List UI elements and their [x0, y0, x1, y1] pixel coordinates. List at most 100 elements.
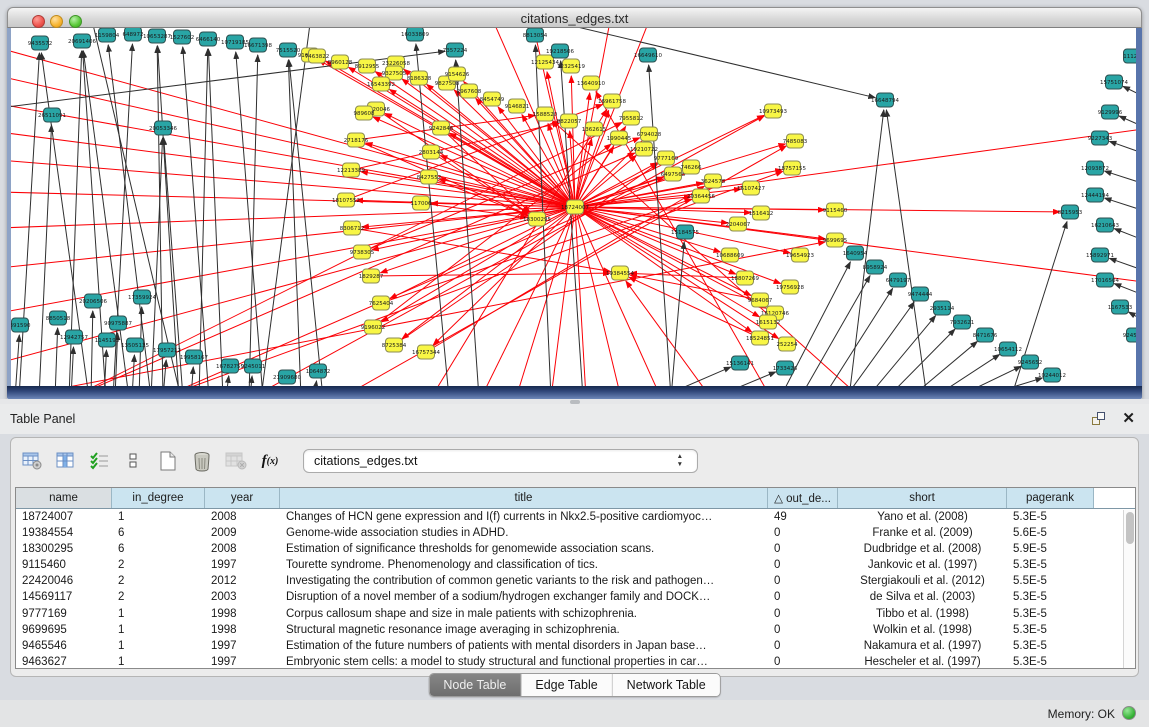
network-node[interactable]: 18757155	[778, 161, 806, 175]
table-row[interactable]: 911546021997Tourette syndrome. Phenomeno…	[16, 557, 1135, 573]
column-header-name[interactable]: name	[16, 488, 112, 508]
column-header-outde[interactable]: △ out_de...	[768, 488, 838, 508]
table-row[interactable]: 2242004622012Investigating the contribut…	[16, 573, 1135, 589]
network-node[interactable]: 17016504	[1091, 273, 1119, 287]
network-node[interactable]: 16033809	[401, 28, 429, 41]
network-node[interactable]: 15892971	[1086, 248, 1114, 262]
new-table-icon[interactable]	[155, 449, 181, 473]
cell[interactable]: 9115460	[16, 557, 112, 573]
network-node[interactable]: 8958924	[863, 260, 888, 274]
cell[interactable]: 18724007	[16, 509, 112, 525]
network-node[interactable]: 8813054	[523, 28, 548, 42]
cell[interactable]: 2012	[205, 573, 280, 589]
network-node[interactable]: 8215953	[1058, 205, 1083, 219]
network-node[interactable]: 9245123	[1123, 328, 1138, 342]
network-canvas[interactable]: 1872400791638228960128891295523226058932…	[7, 28, 1142, 386]
cell[interactable]: 5.6E-5	[1007, 525, 1094, 541]
table-row[interactable]: 1830029562008Estimation of significance …	[16, 541, 1135, 557]
network-node[interactable]: 18807269	[731, 271, 759, 285]
table-select-dropdown[interactable]: citations_edges.txt ▲▼	[303, 449, 698, 473]
cell[interactable]: Genome-wide association studies in ADHD.	[280, 525, 768, 541]
cell[interactable]: Estimation of the future numbers of pati…	[280, 638, 768, 654]
table-row[interactable]: 1872400712008Changes of HCN gene express…	[16, 509, 1135, 525]
network-node[interactable]: 15136141	[726, 356, 754, 370]
network-node[interactable]: 2935114	[930, 301, 955, 315]
cell[interactable]: 5.9E-5	[1007, 541, 1094, 557]
cell[interactable]: 0	[768, 638, 838, 654]
cell[interactable]: Tibbo et al. (1998)	[838, 606, 1007, 622]
column-header-year[interactable]: year	[205, 488, 280, 508]
network-node[interactable]: 1640954	[843, 246, 868, 260]
cell[interactable]: Wolkin et al. (1998)	[838, 622, 1007, 638]
network-node[interactable]: 20206506	[79, 294, 107, 308]
network-node[interactable]: 7485083	[783, 134, 808, 148]
cell[interactable]: 0	[768, 654, 838, 669]
cell[interactable]: 6	[112, 525, 205, 541]
network-node[interactable]: 9115460	[823, 203, 848, 217]
network-node[interactable]: 7932621	[950, 315, 975, 329]
cell[interactable]: 1998	[205, 606, 280, 622]
function-builder-icon[interactable]: f(x)	[257, 449, 283, 473]
cell[interactable]: 5.3E-5	[1007, 606, 1094, 622]
network-node[interactable]: 10244012	[1038, 368, 1066, 382]
cell[interactable]: 49	[768, 509, 838, 525]
network-node[interactable]: 7357224	[443, 43, 468, 57]
network-node[interactable]: 9699695	[823, 233, 848, 247]
citation-network-graph[interactable]: 1872400791638228960128891295523226058932…	[11, 28, 1138, 386]
table-scrollbar-thumb[interactable]	[1126, 512, 1134, 544]
tab-network-table[interactable]: Network Table	[613, 674, 720, 696]
cell[interactable]: 0	[768, 541, 838, 557]
network-node[interactable]: 9245011	[241, 359, 266, 373]
network-node[interactable]: 12942757	[60, 330, 88, 344]
cell[interactable]: 2	[112, 557, 205, 573]
network-node[interactable]: 1527602	[170, 30, 195, 44]
memory-ok-indicator[interactable]	[1122, 706, 1136, 720]
cell[interactable]: 0	[768, 573, 838, 589]
network-node[interactable]: 11123	[1123, 49, 1138, 63]
table-row[interactable]: 946362711997Embryonic stem cells: a mode…	[16, 654, 1135, 669]
cell[interactable]: 1	[112, 638, 205, 654]
table-row[interactable]: 1456911722003Disruption of a novel membe…	[16, 589, 1135, 605]
network-node[interactable]: 9196022	[361, 320, 386, 334]
cell[interactable]: 5.3E-5	[1007, 557, 1094, 573]
network-node[interactable]: 12444194	[1081, 188, 1109, 202]
cell[interactable]: 2009	[205, 525, 280, 541]
network-node[interactable]: 2718176	[344, 133, 369, 147]
cell[interactable]: Embryonic stem cells: a model to study s…	[280, 654, 768, 669]
cell[interactable]: 2008	[205, 541, 280, 557]
network-node[interactable]: 1064872	[306, 364, 331, 378]
network-node[interactable]: 9474444	[908, 287, 933, 301]
network-window-titlebar[interactable]: citations_edges.txt	[7, 7, 1142, 28]
network-node[interactable]: 1516412	[749, 206, 774, 220]
tab-node-table[interactable]: Node Table	[429, 674, 521, 696]
network-node[interactable]: 16961758	[598, 94, 626, 108]
network-node[interactable]: 10653287	[143, 29, 171, 43]
network-node[interactable]: 6479197	[886, 273, 911, 287]
table-row[interactable]: 1938455462009Genome-wide association stu…	[16, 525, 1135, 541]
cell[interactable]: Investigating the contribution of common…	[280, 573, 768, 589]
cell[interactable]: Changes of HCN gene expression and I(f) …	[280, 509, 768, 525]
network-node[interactable]: 252254	[777, 337, 798, 351]
network-node[interactable]: 117006	[411, 196, 432, 210]
table-row[interactable]: 969969511998Structural magnetic resonanc…	[16, 622, 1135, 638]
cell[interactable]: Jankovic et al. (1997)	[838, 557, 1007, 573]
cell[interactable]: 0	[768, 622, 838, 638]
cell[interactable]: 2008	[205, 509, 280, 525]
column-header-indegree[interactable]: in_degree	[112, 488, 205, 508]
select-columns-icon[interactable]	[87, 449, 113, 473]
cell[interactable]: 2	[112, 589, 205, 605]
show-columns-icon[interactable]	[53, 449, 79, 473]
network-node[interactable]: 16648794	[871, 93, 899, 107]
cell[interactable]: 5.3E-5	[1007, 509, 1094, 525]
network-node[interactable]: 8427552	[417, 170, 442, 184]
cell[interactable]: 1998	[205, 622, 280, 638]
network-node[interactable]: 7955812	[619, 111, 644, 125]
cell[interactable]: 6	[112, 541, 205, 557]
network-node[interactable]: 20691406	[68, 34, 96, 48]
cell[interactable]: 1	[112, 509, 205, 525]
network-node[interactable]: 16757344	[412, 345, 440, 359]
network-node[interactable]: 9129996	[1098, 105, 1123, 119]
cell[interactable]: Yano et al. (2008)	[838, 509, 1007, 525]
network-node[interactable]: 1829287	[359, 269, 384, 283]
network-node[interactable]: 16107427	[737, 181, 765, 195]
